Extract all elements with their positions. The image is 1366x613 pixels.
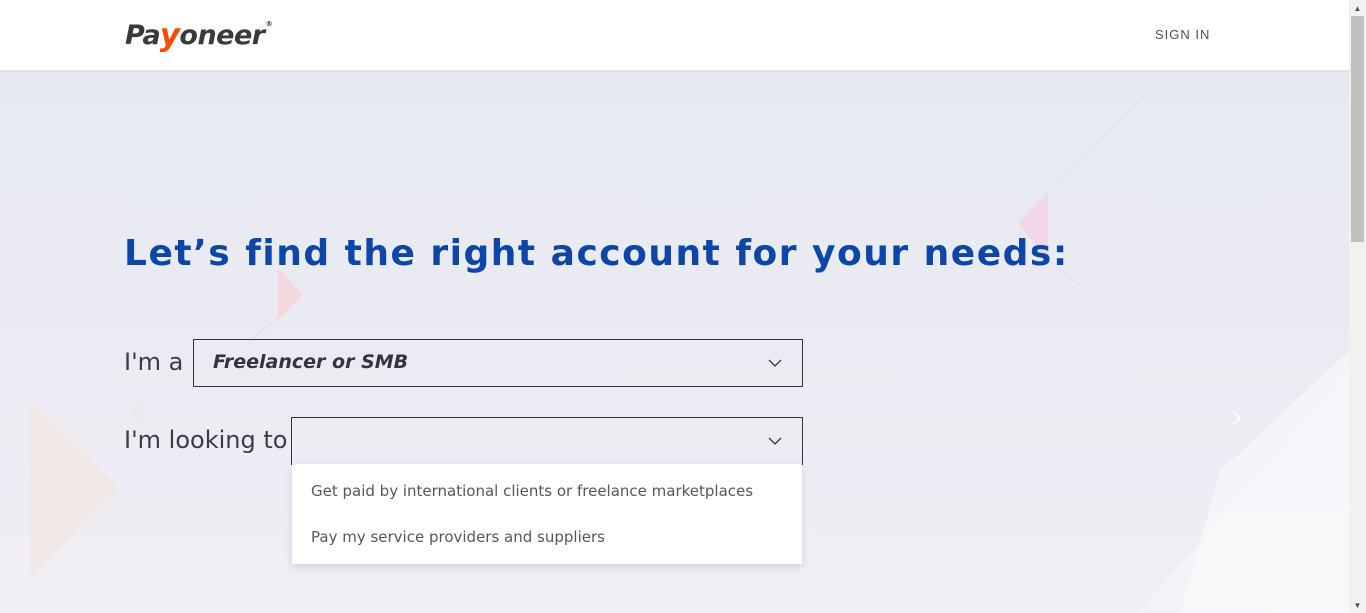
vertical-scrollbar[interactable]: ▲ ▼	[1349, 0, 1366, 613]
payoneer-logo[interactable]: Payoneer®	[125, 10, 273, 60]
logo-registered-mark: ®	[265, 19, 273, 28]
logo-part-oneer: oneer	[179, 19, 265, 51]
chevron-down-icon	[768, 359, 782, 367]
scrollbar-thumb[interactable]	[1351, 16, 1364, 242]
logo-wordmark: Payoneer®	[125, 17, 273, 53]
goal-label: I'm looking to	[124, 426, 288, 454]
role-label: I'm a	[124, 348, 184, 376]
sign-in-link[interactable]: SIGN IN	[1155, 27, 1210, 42]
scroll-down-arrow-icon[interactable]: ▼	[1349, 597, 1366, 613]
page-headline: Let’s find the right account for your ne…	[124, 233, 1069, 274]
role-select[interactable]: Freelancer or SMB	[193, 339, 803, 387]
goal-dropdown-menu: Get paid by international clients or fre…	[292, 464, 802, 564]
top-navbar: Payoneer® SIGN IN	[0, 0, 1349, 71]
hero-section: Let’s find the right account for your ne…	[0, 71, 1349, 613]
scroll-up-arrow-icon[interactable]: ▲	[1349, 0, 1366, 16]
chevron-down-icon	[768, 437, 782, 445]
dropdown-option-get-paid[interactable]: Get paid by international clients or fre…	[311, 482, 753, 500]
chevron-right-icon[interactable]	[1232, 410, 1242, 426]
logo-part-pa: Pa	[125, 19, 161, 51]
role-select-value: Freelancer or SMB	[213, 351, 409, 373]
dropdown-option-pay-providers[interactable]: Pay my service providers and suppliers	[311, 528, 605, 546]
logo-part-y: y	[159, 17, 180, 53]
goal-select[interactable]	[291, 417, 803, 465]
